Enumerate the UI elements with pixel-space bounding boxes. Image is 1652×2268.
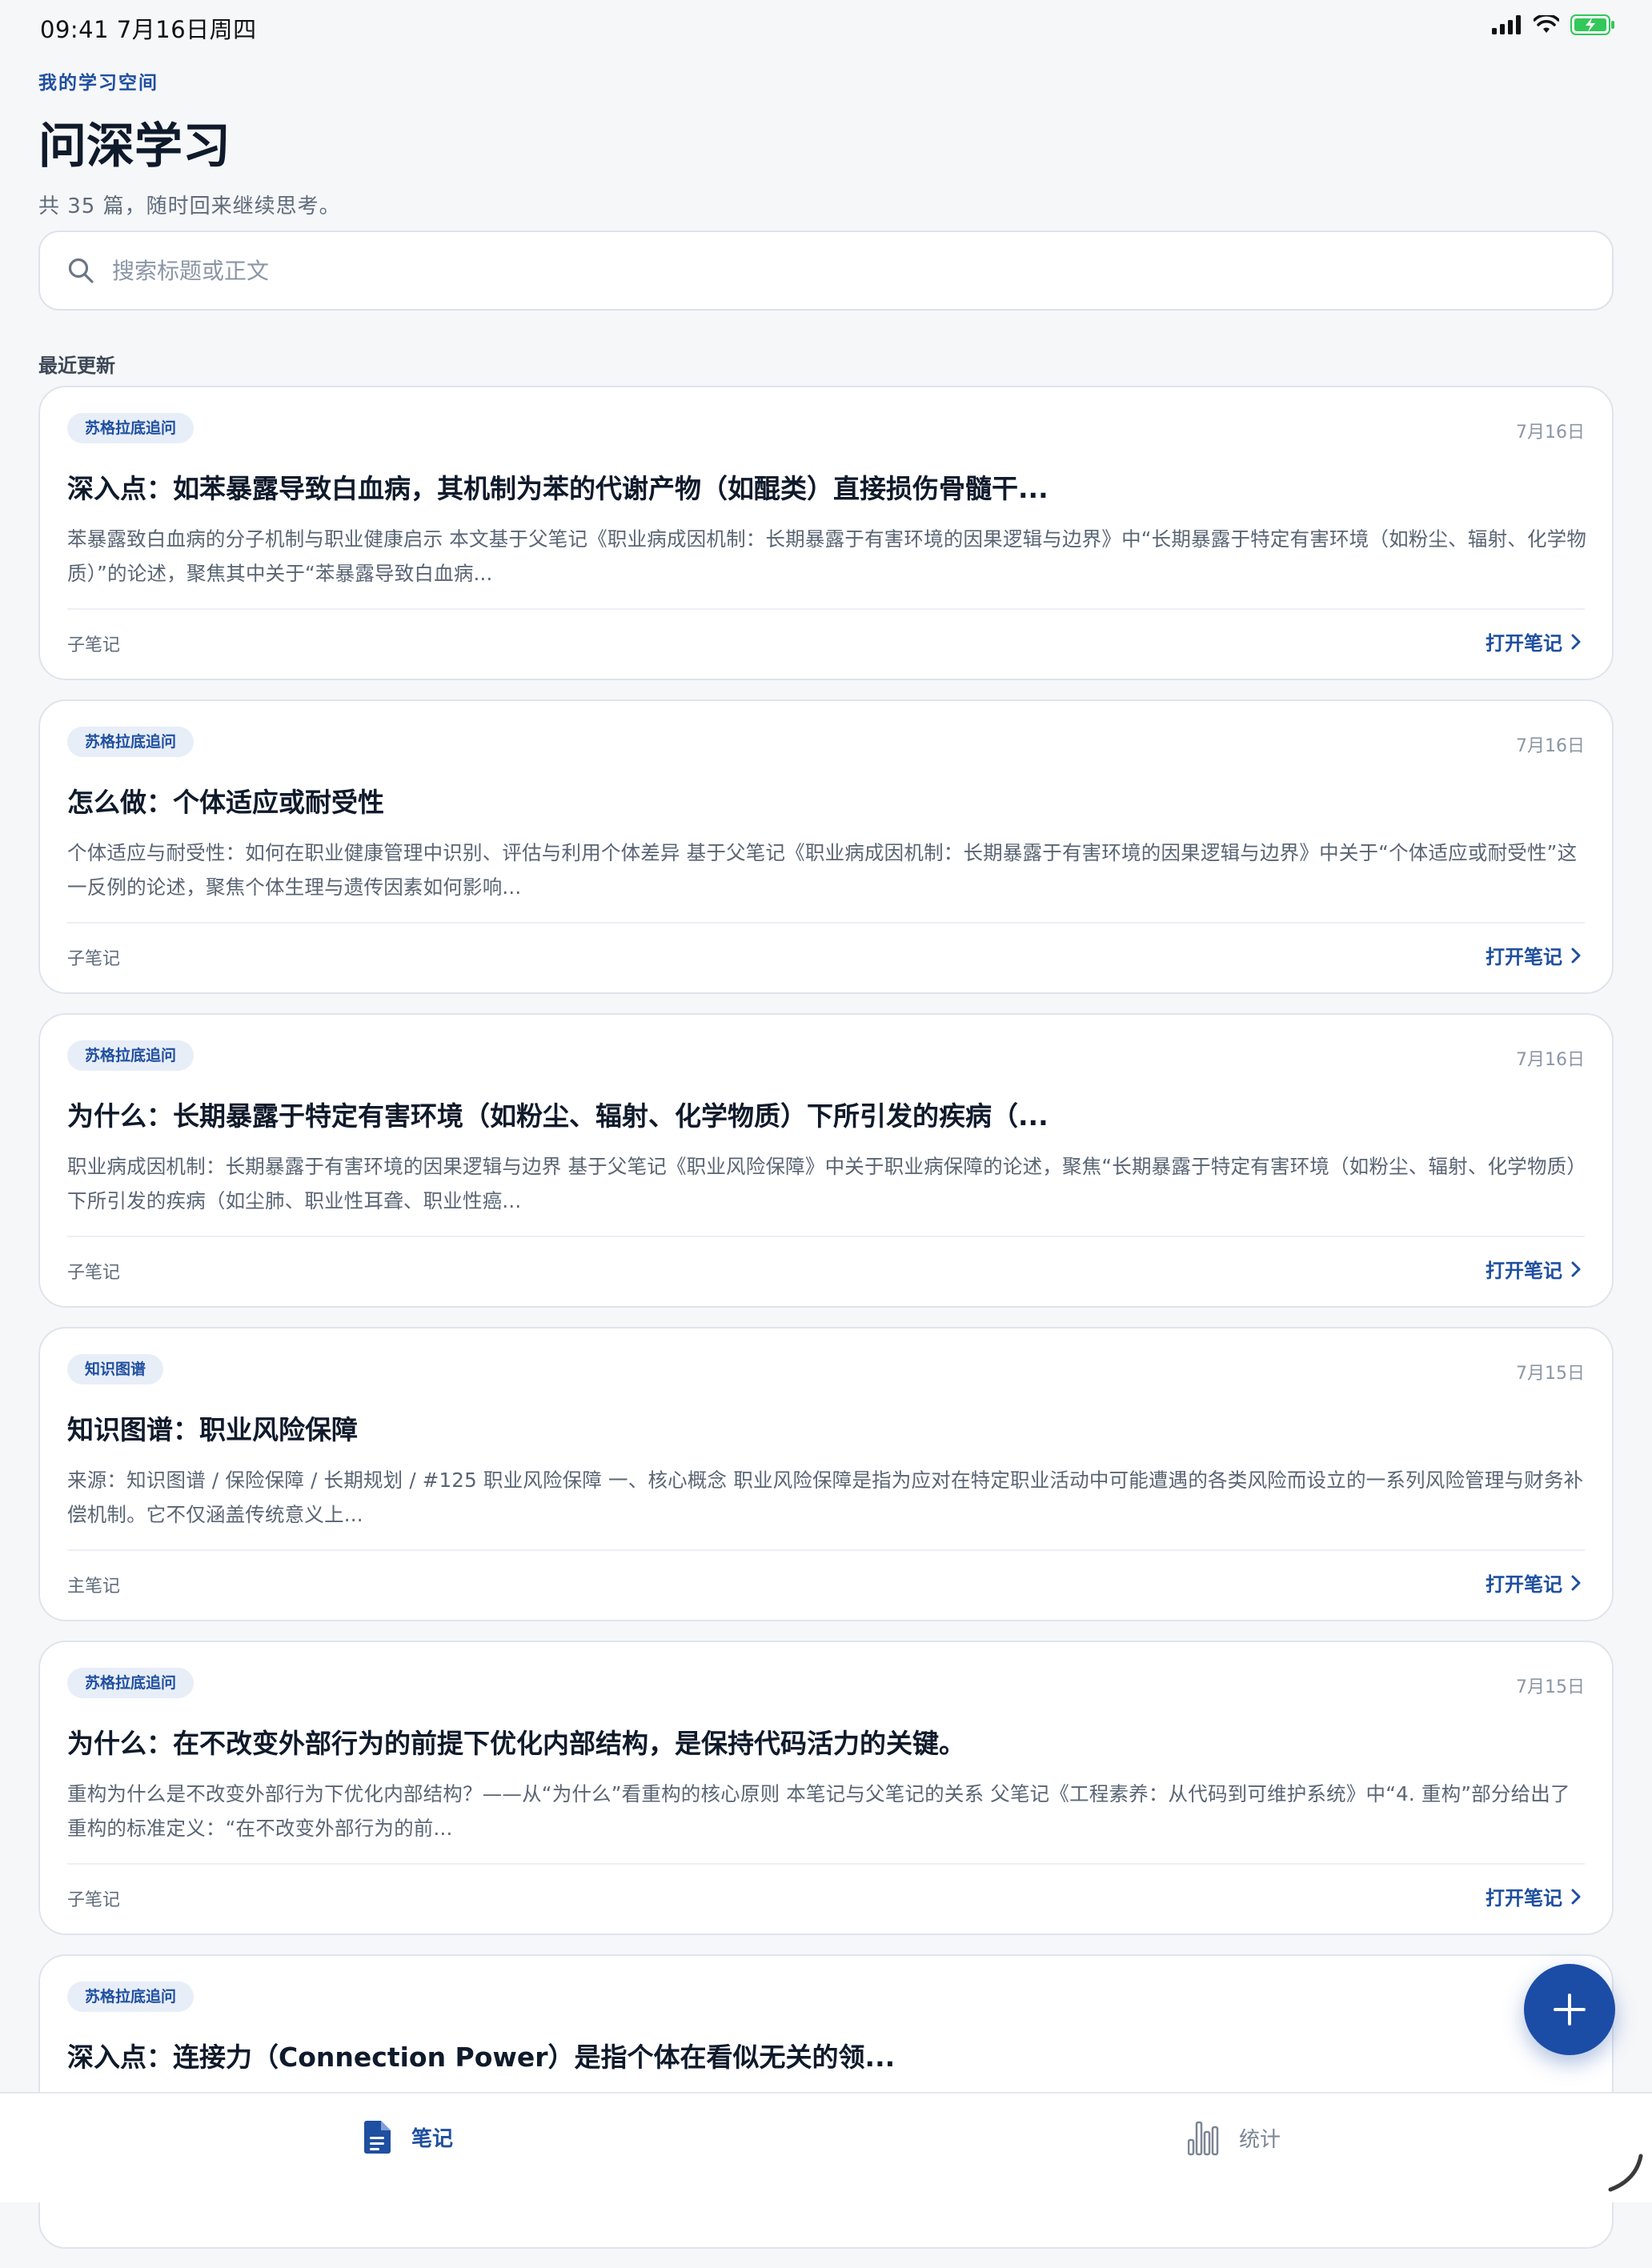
chevron-right-icon [1571,1575,1581,1590]
note-title: 深入点：连接力（Connection Power）是指个体在看似无关的领... [67,2042,896,2073]
note-excerpt: 苯暴露致白血病的分子机制与职业健康启示 本文基于父笔记《职业病成因机制：长期暴露… [67,527,1587,585]
tab-notes-label: 笔记 [411,2126,454,2151]
note-title: 知识图谱：职业风险保障 [67,1414,358,1445]
signal-icon [1492,15,1521,34]
note-card[interactable]: 苏格拉底追问 7月16日 深入点：如苯暴露导致白血病，其机制为苯的代谢产物（如醌… [38,386,1614,680]
section-label-recent: 最近更新 [38,355,115,377]
note-tag: 知识图谱 [67,1354,164,1384]
note-date: 7月16日 [1516,736,1585,756]
open-note-button[interactable]: 打开笔记 [1486,627,1582,655]
open-note-button[interactable]: 打开笔记 [1486,941,1582,969]
status-icons [1492,14,1615,35]
note-card[interactable]: 知识图谱 7月15日 知识图谱：职业风险保障 来源：知识图谱 / 保险保障 / … [38,1327,1614,1621]
note-type: 子笔记 [67,1263,121,1283]
card-divider [67,608,1585,610]
note-date: 7月15日 [1516,1364,1585,1384]
card-divider [67,1236,1585,1237]
note-excerpt: 来源：知识图谱 / 保险保障 / 长期规划 / #125 职业风险保障 一、核心… [67,1469,1584,1526]
chevron-right-icon [1571,1889,1581,1904]
battery-icon [1570,14,1614,35]
note-tag: 苏格拉底追问 [67,1981,194,2012]
open-note-label: 打开笔记 [1486,632,1562,655]
chevron-right-icon [1571,948,1581,963]
note-type: 子笔记 [67,1890,121,1910]
note-title: 怎么做：个体适应或耐受性 [67,787,384,818]
open-note-label: 打开笔记 [1486,1260,1562,1282]
note-card[interactable]: 苏格拉底追问 7月16日 为什么：长期暴露于特定有害环境（如粉尘、辐射、化学物质… [38,1013,1614,1308]
note-tag: 苏格拉底追问 [67,727,194,757]
status-bar: 09:41 7月16日周四 [0,0,1652,51]
note-card[interactable]: 苏格拉底追问 7月16日 怎么做：个体适应或耐受性 个体适应与耐受性：如何在职业… [38,699,1614,994]
chevron-right-icon [1571,1261,1581,1276]
note-title: 为什么：长期暴露于特定有害环境（如粉尘、辐射、化学物质）下所引发的疾病（... [67,1100,1049,1132]
note-type: 主笔记 [67,1577,121,1597]
tab-bar: 笔记 统计 [0,2092,1652,2202]
open-note-label: 打开笔记 [1486,1573,1562,1596]
search-icon [68,258,94,283]
tab-stats-label: 统计 [1239,2127,1281,2152]
wifi-icon [1534,15,1559,33]
chevron-right-icon [1571,634,1581,649]
page-title: 问深学习 [38,118,231,174]
page-subtitle: 共 35 篇，随时回来继续思考。 [38,194,341,218]
note-excerpt: 重构为什么是不改变外部行为下优化内部结构？——从“为什么”看重构的核心原则 本笔… [67,1782,1570,1840]
open-note-label: 打开笔记 [1486,1887,1562,1909]
note-excerpt: 个体适应与耐受性：如何在职业健康管理中识别、评估与利用个体差异 基于父笔记《职业… [67,841,1578,899]
note-list: 苏格拉底追问 7月16日 深入点：如苯暴露导致白血病，其机制为苯的代谢产物（如醌… [38,386,1614,2268]
tab-stats[interactable]: 统计 [1188,2119,1281,2156]
status-time: 09:41 7月16日周四 [40,16,257,43]
note-tag: 苏格拉底追问 [67,1040,194,1071]
home-indicator [1608,2154,1643,2192]
open-note-label: 打开笔记 [1486,946,1562,968]
note-type: 子笔记 [67,635,121,655]
tab-notes[interactable]: 笔记 [363,2119,453,2154]
note-card[interactable]: 苏格拉底追问 7月15日 为什么：在不改变外部行为的前提下优化内部结构，是保持代… [38,1641,1614,1935]
note-type: 子笔记 [67,949,121,969]
note-date: 7月15日 [1516,1677,1585,1697]
card-divider [67,1549,1585,1551]
workspace-label: 我的学习空间 [38,73,158,94]
note-date: 7月16日 [1516,1050,1585,1070]
page-header: 我的学习空间 问深学习 共 35 篇，随时回来继续思考。 [38,67,1614,219]
plus-icon [1554,1994,1586,2026]
search-input[interactable] [112,257,1473,284]
open-note-button[interactable]: 打开笔记 [1486,1882,1582,1910]
note-date: 7月16日 [1516,423,1585,443]
add-note-button[interactable] [1524,1964,1615,2055]
bar-chart-icon [1188,2121,1219,2156]
open-note-button[interactable]: 打开笔记 [1486,1569,1582,1597]
note-tag: 苏格拉底追问 [67,1668,194,1698]
document-icon [364,2121,391,2154]
note-title: 为什么：在不改变外部行为的前提下优化内部结构，是保持代码活力的关键。 [67,1728,965,1759]
open-note-button[interactable]: 打开笔记 [1486,1255,1582,1283]
search-bar[interactable] [38,230,1614,311]
note-title: 深入点：如苯暴露导致白血病，其机制为苯的代谢产物（如醌类）直接损伤骨髓干... [67,473,1049,504]
note-excerpt: 职业病成因机制：长期暴露于有害环境的因果逻辑与边界 基于父笔记《职业风险保障》中… [67,1155,1587,1212]
card-divider [67,922,1585,924]
card-divider [67,1863,1585,1865]
note-tag: 苏格拉底追问 [67,413,194,443]
